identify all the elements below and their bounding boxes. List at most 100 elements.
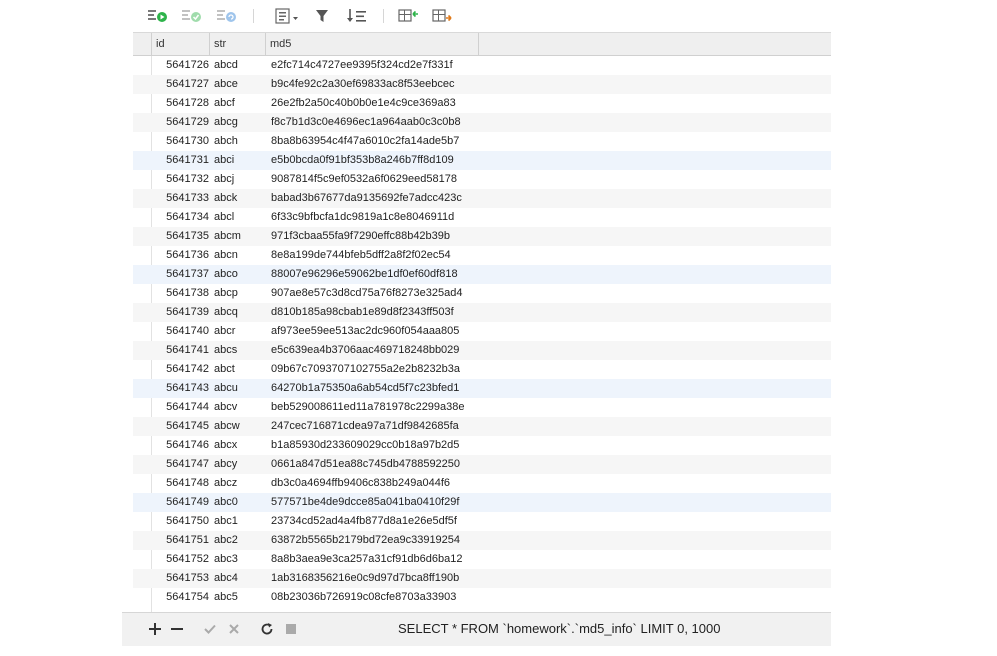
- cell-str[interactable]: abcp: [214, 284, 266, 303]
- cell-md5[interactable]: 9087814f5c9ef0532a6f0629eed58178: [271, 170, 477, 189]
- sort-icon[interactable]: [346, 8, 368, 24]
- cell-md5[interactable]: 8a8b3aea9e3ca257a31cf91db6d6ba12: [271, 550, 477, 569]
- cell-str[interactable]: abcd: [214, 56, 266, 75]
- column-header-str[interactable]: str: [209, 33, 265, 55]
- cell-str[interactable]: abcr: [214, 322, 266, 341]
- cell-str[interactable]: abcf: [214, 94, 266, 113]
- cell-str[interactable]: abcl: [214, 208, 266, 227]
- cell-str[interactable]: abcm: [214, 227, 266, 246]
- cell-md5[interactable]: 64270b1a75350a6ab54cd5f7c23bfed1: [271, 379, 477, 398]
- cell-id[interactable]: 5641752: [155, 550, 209, 569]
- apply-changes-icon[interactable]: [202, 621, 218, 637]
- cell-str[interactable]: abcs: [214, 341, 266, 360]
- table-row[interactable]: 5641728 abcf 26e2fb2a50c40b0b0e1e4c9ce369a…: [133, 94, 831, 113]
- export-icon[interactable]: [432, 8, 454, 24]
- cell-str[interactable]: abce: [214, 75, 266, 94]
- cell-str[interactable]: abcy: [214, 455, 266, 474]
- cell-str[interactable]: abci: [214, 151, 266, 170]
- cell-md5[interactable]: db3c0a4694ffb9406c838b249a044f6: [271, 474, 477, 493]
- cell-id[interactable]: 5641732: [155, 170, 209, 189]
- cell-str[interactable]: abc0: [214, 493, 266, 512]
- cell-str[interactable]: abck: [214, 189, 266, 208]
- cell-md5[interactable]: d810b185a98cbab1e89d8f2343ff503f: [271, 303, 477, 322]
- cell-md5[interactable]: b1a85930d233609029cc0b18a97b2d5: [271, 436, 477, 455]
- table-row[interactable]: 5641741 abcs e5c639ea4b3706aac469718248bb0…: [133, 341, 831, 360]
- cell-str[interactable]: abcx: [214, 436, 266, 455]
- cell-id[interactable]: 5641735: [155, 227, 209, 246]
- table-row[interactable]: 5641743 abcu 64270b1a75350a6ab54cd5f7c23bf…: [133, 379, 831, 398]
- cell-md5[interactable]: babad3b67677da9135692fe7adcc423c: [271, 189, 477, 208]
- discard-changes-icon[interactable]: [226, 621, 242, 637]
- cell-id[interactable]: 5641742: [155, 360, 209, 379]
- table-row[interactable]: 5641745 abcw 247cec716871cdea97a71df984268…: [133, 417, 831, 436]
- cell-id[interactable]: 5641730: [155, 132, 209, 151]
- cell-md5[interactable]: beb529008611ed11a781978c2299a38e: [271, 398, 477, 417]
- cell-str[interactable]: abc3: [214, 550, 266, 569]
- cell-md5[interactable]: 1ab3168356216e0c9d97d7bca8ff190b: [271, 569, 477, 588]
- cell-md5[interactable]: 8e8a199de744bfeb5dff2a8f2f02ec54: [271, 246, 477, 265]
- table-row[interactable]: 5641750 abc1 23734cd52ad4a4fb877d8a1e26e5d…: [133, 512, 831, 531]
- cell-id[interactable]: 5641745: [155, 417, 209, 436]
- table-row[interactable]: 5641754 abc5 08b23036b726919c08cfe8703a339…: [133, 588, 831, 607]
- text-view-icon[interactable]: [275, 8, 301, 24]
- cell-str[interactable]: abct: [214, 360, 266, 379]
- cell-md5[interactable]: 08b23036b726919c08cfe8703a33903: [271, 588, 477, 607]
- cell-id[interactable]: 5641737: [155, 265, 209, 284]
- cell-id[interactable]: 5641744: [155, 398, 209, 417]
- cell-str[interactable]: abcq: [214, 303, 266, 322]
- add-record-icon[interactable]: [147, 621, 163, 637]
- cell-md5[interactable]: 6f33c9bfbcfa1dc9819a1c8e8046911d: [271, 208, 477, 227]
- table-row[interactable]: 5641734 abcl 6f33c9bfbcfa1dc9819a1c8e80469…: [133, 208, 831, 227]
- table-row[interactable]: 5641731 abci e5b0bcda0f91bf353b8a246b7ff8d…: [133, 151, 831, 170]
- cell-id[interactable]: 5641740: [155, 322, 209, 341]
- cell-md5[interactable]: e5b0bcda0f91bf353b8a246b7ff8d109: [271, 151, 477, 170]
- begin-transaction-icon[interactable]: [147, 8, 169, 24]
- cell-md5[interactable]: 577571be4de9dcce85a041ba0410f29f: [271, 493, 477, 512]
- cell-id[interactable]: 5641743: [155, 379, 209, 398]
- table-row[interactable]: 5641744 abcv beb529008611ed11a781978c2299a…: [133, 398, 831, 417]
- cell-md5[interactable]: af973ee59ee513ac2dc960f054aaa805: [271, 322, 477, 341]
- delete-record-icon[interactable]: [169, 621, 185, 637]
- cell-id[interactable]: 5641751: [155, 531, 209, 550]
- cell-md5[interactable]: f8c7b1d3c0e4696ec1a964aab0c3c0b8: [271, 113, 477, 132]
- cell-id[interactable]: 5641749: [155, 493, 209, 512]
- table-row[interactable]: 5641729 abcg f8c7b1d3c0e4696ec1a964aab0c3c…: [133, 113, 831, 132]
- table-row[interactable]: 5641749 abc0 577571be4de9dcce85a041ba0410f…: [133, 493, 831, 512]
- table-row[interactable]: 5641736 abcn 8e8a199de744bfeb5dff2a8f2f02e…: [133, 246, 831, 265]
- cell-id[interactable]: 5641729: [155, 113, 209, 132]
- table-row[interactable]: 5641748 abcz db3c0a4694ffb9406c838b249a044…: [133, 474, 831, 493]
- cell-id[interactable]: 5641753: [155, 569, 209, 588]
- stop-icon[interactable]: [283, 621, 299, 637]
- table-row[interactable]: 5641738 abcp 907ae8e57c3d8cd75a76f8273e325…: [133, 284, 831, 303]
- cell-id[interactable]: 5641733: [155, 189, 209, 208]
- filter-icon[interactable]: [315, 8, 329, 24]
- cell-id[interactable]: 5641748: [155, 474, 209, 493]
- table-row[interactable]: 5641726 abcd e2fc714c4727ee9395f324cd2e7f3…: [133, 56, 831, 75]
- commit-icon[interactable]: [181, 8, 203, 24]
- cell-id[interactable]: 5641727: [155, 75, 209, 94]
- table-row[interactable]: 5641746 abcx b1a85930d233609029cc0b18a97b2…: [133, 436, 831, 455]
- refresh-icon[interactable]: [259, 621, 275, 637]
- cell-id[interactable]: 5641736: [155, 246, 209, 265]
- cell-str[interactable]: abch: [214, 132, 266, 151]
- cell-md5[interactable]: 26e2fb2a50c40b0b0e1e4c9ce369a83: [271, 94, 477, 113]
- rollback-icon[interactable]: [216, 8, 238, 24]
- cell-md5[interactable]: 88007e96296e59062be1df0ef60df818: [271, 265, 477, 284]
- cell-md5[interactable]: b9c4fe92c2a30ef69833ac8f53eebcec: [271, 75, 477, 94]
- cell-str[interactable]: abcw: [214, 417, 266, 436]
- cell-id[interactable]: 5641738: [155, 284, 209, 303]
- column-header-md5[interactable]: md5: [265, 33, 479, 55]
- table-row[interactable]: 5641737 abco 88007e96296e59062be1df0ef60df…: [133, 265, 831, 284]
- cell-str[interactable]: abco: [214, 265, 266, 284]
- cell-id[interactable]: 5641747: [155, 455, 209, 474]
- cell-str[interactable]: abcu: [214, 379, 266, 398]
- cell-id[interactable]: 5641739: [155, 303, 209, 322]
- cell-str[interactable]: abcv: [214, 398, 266, 417]
- cell-str[interactable]: abcg: [214, 113, 266, 132]
- cell-str[interactable]: abcj: [214, 170, 266, 189]
- table-row[interactable]: 5641751 abc2 63872b5565b2179bd72ea9c339192…: [133, 531, 831, 550]
- table-row[interactable]: 5641730 abch 8ba8b63954c4f47a6010c2fa14ade…: [133, 132, 831, 151]
- table-row[interactable]: 5641739 abcq d810b185a98cbab1e89d8f2343ff5…: [133, 303, 831, 322]
- table-row[interactable]: 5641740 abcr af973ee59ee513ac2dc960f054aaa…: [133, 322, 831, 341]
- table-row[interactable]: 5641733 abck babad3b67677da9135692fe7adcc4…: [133, 189, 831, 208]
